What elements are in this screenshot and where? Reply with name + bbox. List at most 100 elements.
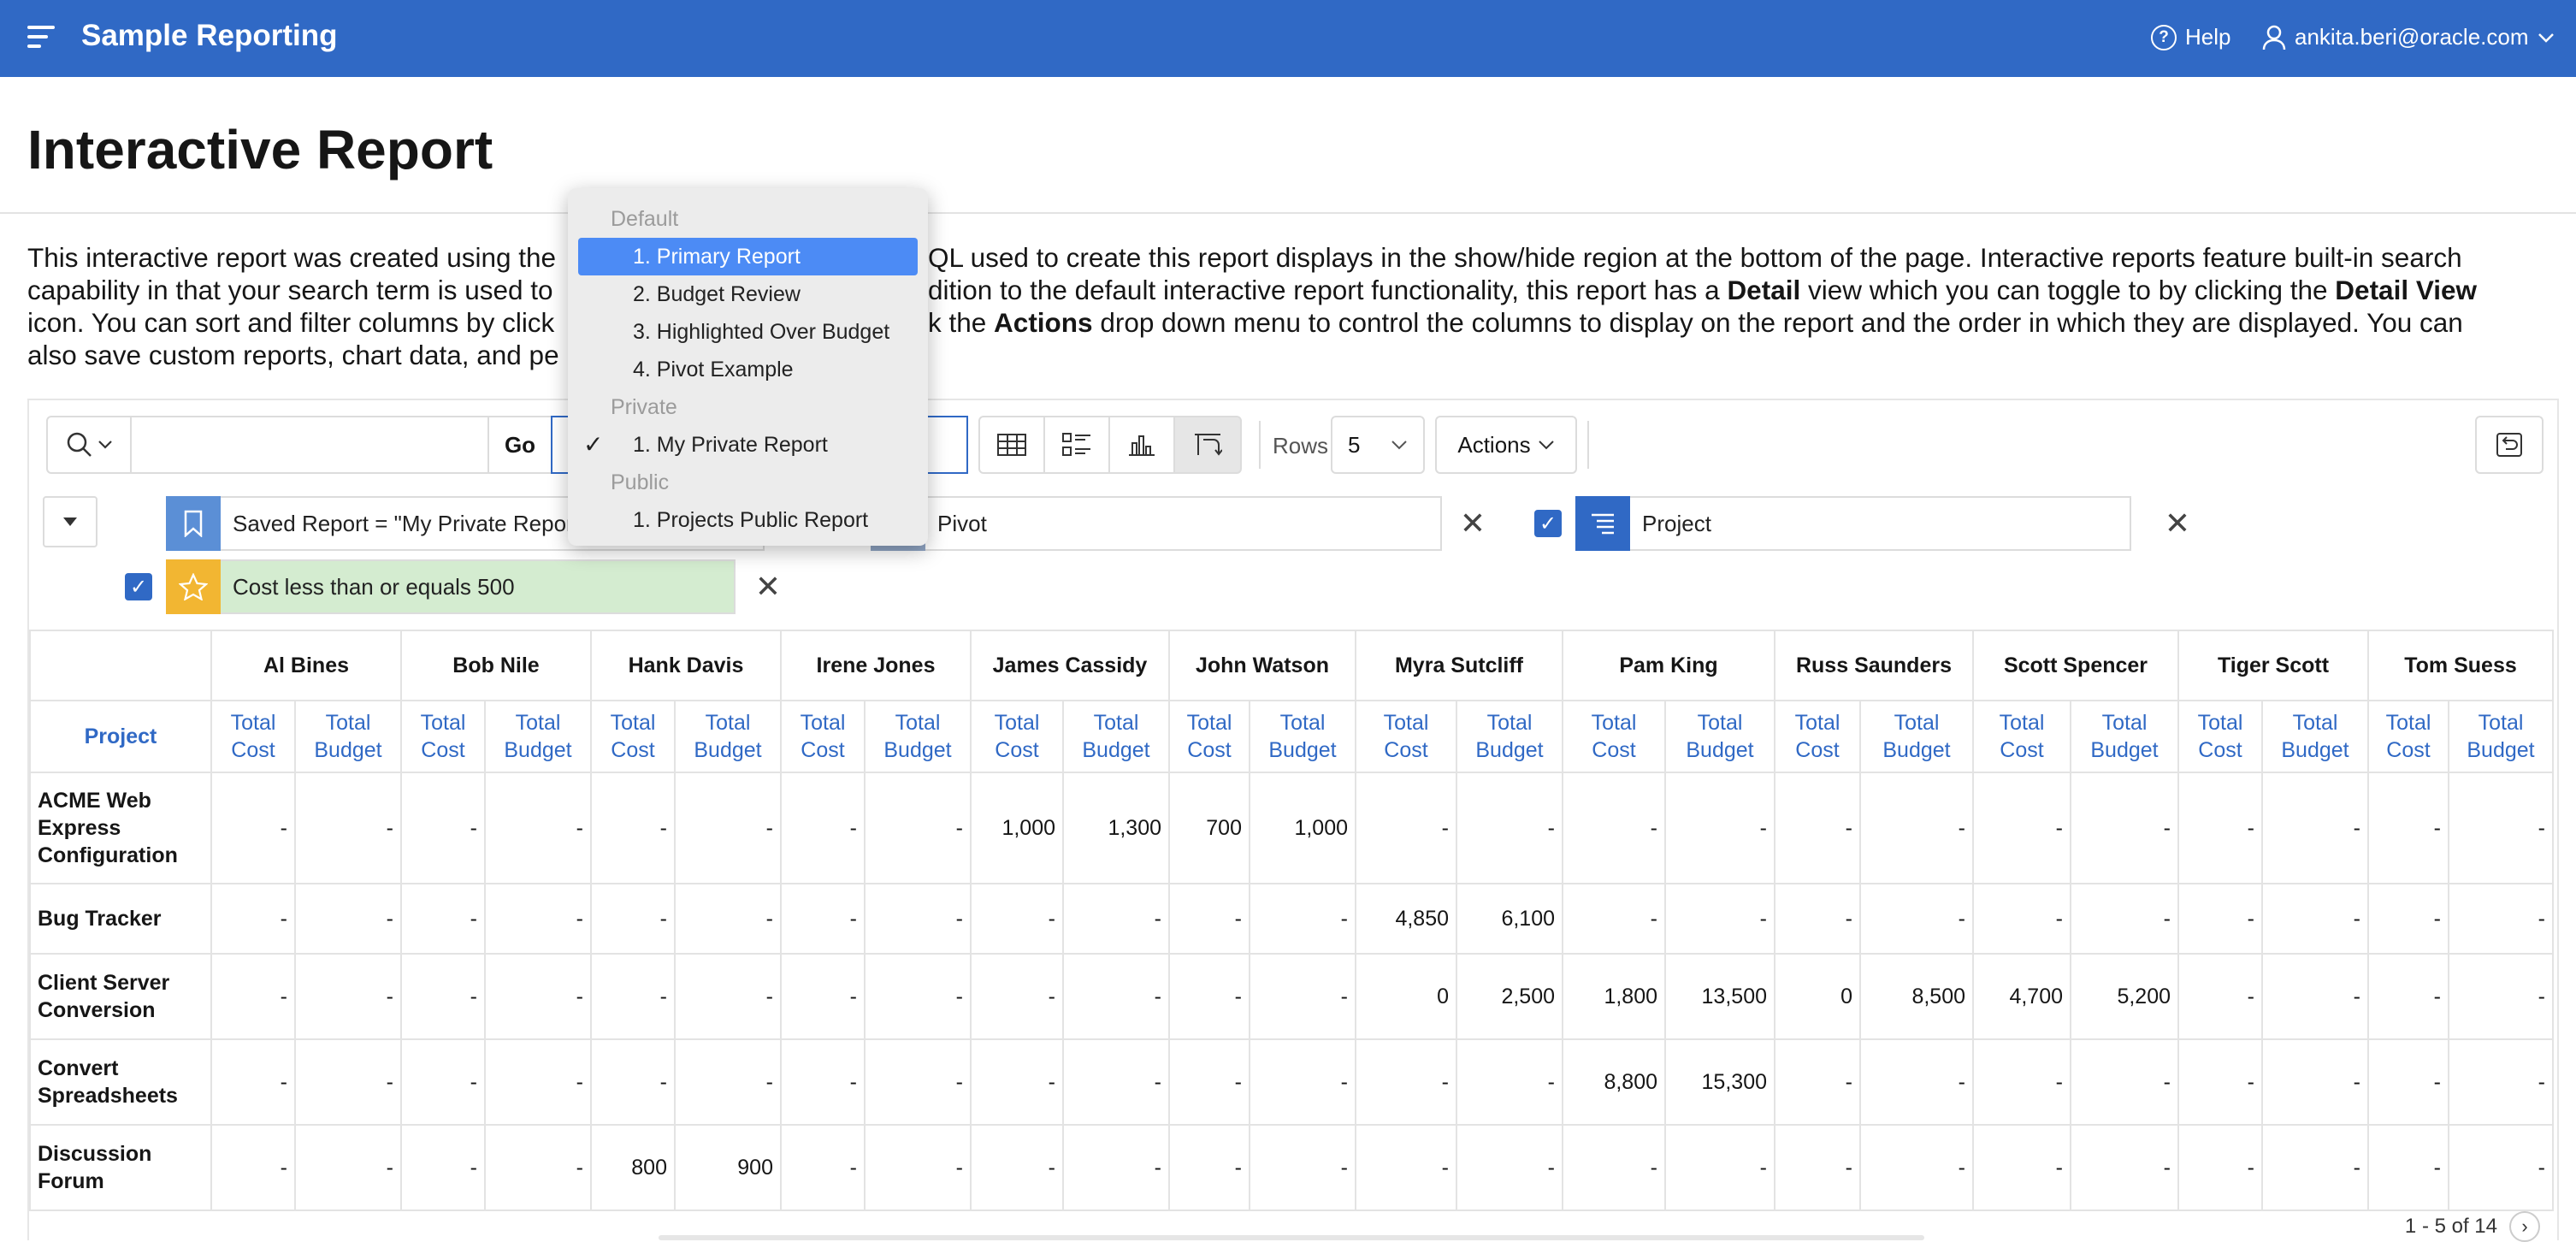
- help-button[interactable]: ? Help: [2151, 24, 2230, 50]
- report-toolbar: Go Rows 5 Actions: [46, 416, 2544, 476]
- project-chip[interactable]: Project: [1575, 496, 2131, 551]
- column-header-person[interactable]: Al Bines: [210, 630, 402, 701]
- menu-item-label: 3. Highlighted Over Budget: [633, 320, 890, 344]
- view-detail-button[interactable]: [1043, 416, 1110, 474]
- next-page-button[interactable]: ›: [2509, 1211, 2540, 1242]
- column-header-project[interactable]: Project: [29, 700, 212, 773]
- user-icon: [2262, 25, 2286, 50]
- value-cell: -: [1562, 1124, 1666, 1211]
- top-bar: Sample Reporting ? Help ankita.beri@orac…: [0, 0, 2576, 77]
- project-filter-checkbox[interactable]: ✓: [1534, 510, 1562, 537]
- value-cell: -: [864, 883, 972, 955]
- rows-select[interactable]: 5: [1331, 416, 1425, 474]
- menu-item[interactable]: 4. Pivot Example: [568, 351, 928, 388]
- remove-highlight-button[interactable]: ✕: [751, 569, 785, 604]
- column-header-total-budget[interactable]: Total Budget: [864, 700, 972, 773]
- collapse-settings-button[interactable]: [43, 496, 97, 547]
- pivot-chip[interactable]: Pivot: [871, 496, 1442, 551]
- value-cell: -: [2261, 953, 2369, 1040]
- column-header-person[interactable]: Irene Jones: [780, 630, 972, 701]
- value-cell: -: [1168, 883, 1250, 955]
- value-cell: -: [294, 1124, 402, 1211]
- column-header-total-budget[interactable]: Total Budget: [1859, 700, 1974, 773]
- menu-item[interactable]: ✓ 1. My Private Report: [568, 426, 928, 464]
- value-cell: 13,500: [1664, 953, 1775, 1040]
- column-header-total-budget[interactable]: Total Budget: [674, 700, 782, 773]
- value-cell: -: [2367, 1038, 2449, 1126]
- column-header-total-budget[interactable]: Total Budget: [294, 700, 402, 773]
- pagination: 1 - 5 of 14 ›: [2405, 1211, 2540, 1242]
- search-column-selector[interactable]: [46, 416, 132, 474]
- value-cell: -: [590, 883, 676, 955]
- column-header-total-budget[interactable]: Total Budget: [2070, 700, 2179, 773]
- column-header-total-cost[interactable]: Total Cost: [1562, 700, 1666, 773]
- column-header-person[interactable]: Pam King: [1562, 630, 1775, 701]
- chevron-down-icon: [98, 441, 112, 449]
- value-cell: -: [2070, 883, 2179, 955]
- value-cell: -: [1249, 1038, 1356, 1126]
- column-header-total-budget[interactable]: Total Budget: [1664, 700, 1775, 773]
- project-text: Project: [1642, 510, 1711, 536]
- highlight-checkbox[interactable]: ✓: [125, 573, 152, 600]
- column-header-total-cost[interactable]: Total Cost: [590, 700, 676, 773]
- column-header-total-budget[interactable]: Total Budget: [1456, 700, 1563, 773]
- value-cell: -: [1562, 883, 1666, 955]
- remove-pivot-button[interactable]: ✕: [1456, 506, 1490, 541]
- column-header-total-budget[interactable]: Total Budget: [2261, 700, 2369, 773]
- column-header-person[interactable]: Myra Sutcliff: [1355, 630, 1563, 701]
- column-header-total-budget[interactable]: Total Budget: [1062, 700, 1170, 773]
- view-pivot-button[interactable]: [1173, 416, 1242, 474]
- column-header-total-cost[interactable]: Total Cost: [210, 700, 296, 773]
- project-cell: Client Server Conversion: [29, 953, 212, 1040]
- highlight-chip[interactable]: Cost less than or equals 500: [166, 559, 736, 614]
- divider: [1259, 421, 1261, 469]
- table-row: Client Server Conversion - - - - - - - - - - - -0 2,5…: [29, 953, 2554, 1040]
- view-chart-button[interactable]: [1108, 416, 1175, 474]
- column-header-total-cost[interactable]: Total Cost: [780, 700, 866, 773]
- go-button[interactable]: Go: [487, 416, 552, 474]
- column-header-total-budget[interactable]: Total Budget: [2448, 700, 2554, 773]
- value-cell: -: [484, 1038, 592, 1126]
- view-report-button[interactable]: [978, 416, 1045, 474]
- checkmark-icon: ✓: [583, 431, 604, 458]
- value-cell: -: [1062, 1038, 1170, 1126]
- column-header-person[interactable]: Russ Saunders: [1774, 630, 1974, 701]
- column-header-person[interactable]: Scott Spencer: [1972, 630, 2179, 701]
- search-input[interactable]: [130, 416, 489, 474]
- column-header-total-cost[interactable]: Total Cost: [400, 700, 486, 773]
- menu-item[interactable]: 2. Budget Review: [568, 275, 928, 313]
- value-cell: -: [1664, 1124, 1775, 1211]
- menu-item[interactable]: 1. Primary Report: [578, 238, 918, 275]
- value-cell: -: [1355, 1038, 1457, 1126]
- value-cell: -: [294, 1038, 402, 1126]
- column-header-total-cost[interactable]: Total Cost: [1168, 700, 1250, 773]
- rows-label: Rows: [1273, 433, 1329, 458]
- column-header-person[interactable]: Bob Nile: [400, 630, 592, 701]
- column-header-total-budget[interactable]: Total Budget: [1249, 700, 1356, 773]
- column-header-total-cost[interactable]: Total Cost: [970, 700, 1064, 773]
- actions-menu-button[interactable]: Actions: [1435, 416, 1577, 474]
- column-header-total-cost[interactable]: Total Cost: [1774, 700, 1861, 773]
- remove-project-button[interactable]: ✕: [2160, 506, 2195, 541]
- hamburger-icon[interactable]: [26, 22, 56, 53]
- column-header-total-cost[interactable]: Total Cost: [1972, 700, 2071, 773]
- column-header-total-cost[interactable]: Total Cost: [1355, 700, 1457, 773]
- saved-report-text: Saved Report = "My Private Report: [233, 510, 580, 536]
- column-header-total-cost[interactable]: Total Cost: [2367, 700, 2449, 773]
- value-cell: -: [484, 953, 592, 1040]
- menu-item[interactable]: 1. Projects Public Report: [568, 501, 928, 539]
- app-title[interactable]: Sample Reporting: [81, 19, 337, 53]
- menu-item[interactable]: 3. Highlighted Over Budget: [568, 313, 928, 351]
- column-header-person[interactable]: James Cassidy: [970, 630, 1170, 701]
- column-header-person[interactable]: Hank Davis: [590, 630, 782, 701]
- column-header-person[interactable]: Tiger Scott: [2177, 630, 2369, 701]
- value-cell: 4,850: [1355, 883, 1457, 955]
- value-cell: -: [1859, 1038, 1974, 1126]
- column-header-total-budget[interactable]: Total Budget: [484, 700, 592, 773]
- column-header-person[interactable]: John Watson: [1168, 630, 1356, 701]
- reset-button[interactable]: [2475, 416, 2544, 474]
- user-menu-button[interactable]: ankita.beri@oracle.com: [2262, 24, 2555, 50]
- column-header-total-cost[interactable]: Total Cost: [2177, 700, 2263, 773]
- column-header-person[interactable]: Tom Suess: [2367, 630, 2554, 701]
- divider: [1587, 421, 1589, 469]
